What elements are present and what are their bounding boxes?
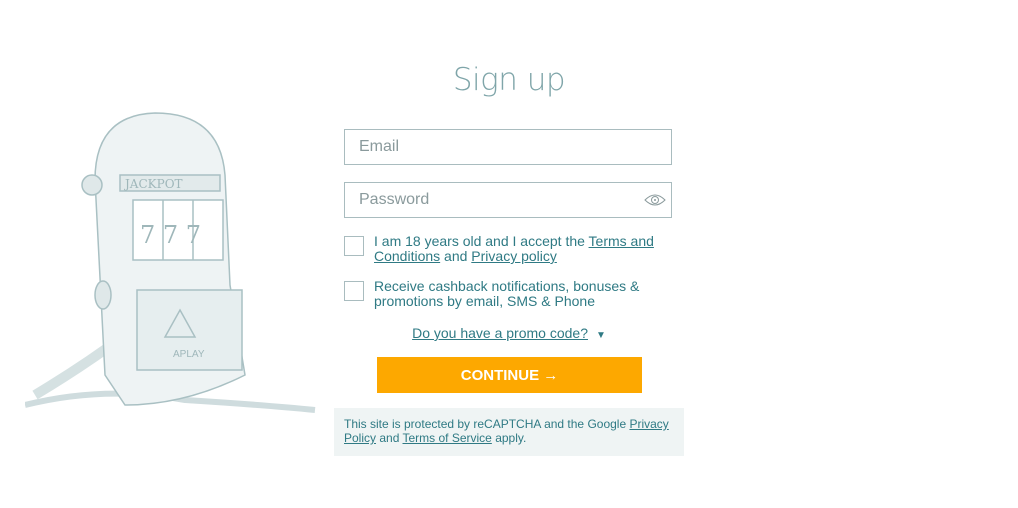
age-consent-and: and	[440, 248, 472, 264]
eye-icon[interactable]	[644, 192, 666, 208]
svg-text:APLAY: APLAY	[173, 349, 205, 360]
recaptcha-notice: This site is protected by reCAPTCHA and …	[334, 408, 684, 456]
password-input[interactable]	[345, 183, 671, 217]
marketing-consent-text: Receive cashback notifications, bonuses …	[374, 278, 640, 309]
caret-down-icon: ▼	[595, 330, 606, 341]
age-consent-text: I am 18 years old and I accept the Terms…	[374, 234, 664, 264]
age-consent-row: I am 18 years old and I accept the Terms…	[344, 234, 664, 264]
email-field-wrapper	[344, 129, 672, 165]
continue-button[interactable]: CONTINUE →	[377, 357, 642, 393]
recaptcha-and: and	[376, 431, 403, 445]
age-consent-checkbox[interactable]	[344, 236, 364, 256]
privacy-policy-link[interactable]: Privacy policy	[471, 248, 557, 264]
marketing-consent-row: Receive cashback notifications, bonuses …	[344, 279, 664, 309]
age-consent-label: I am 18 years old and I accept the	[374, 233, 589, 249]
email-input[interactable]	[345, 130, 671, 164]
recaptcha-text: This site is protected by reCAPTCHA and …	[344, 417, 630, 431]
recaptcha-apply: apply.	[491, 431, 527, 445]
svg-text:JACKPOT: JACKPOT	[123, 177, 183, 191]
promo-code-toggle[interactable]: Do you have a promo code? ▼	[334, 325, 684, 341]
page-title: Sign up	[452, 62, 566, 98]
svg-text:7 7 7: 7 7 7	[140, 221, 201, 249]
slot-machine-illustration: JACKPOT 7 7 7 APLAY	[25, 112, 316, 413]
marketing-consent-checkbox[interactable]	[344, 281, 364, 301]
google-terms-link[interactable]: Terms of Service	[403, 431, 492, 445]
password-field-wrapper	[344, 182, 672, 218]
promo-code-link[interactable]: Do you have a promo code?	[412, 325, 588, 341]
